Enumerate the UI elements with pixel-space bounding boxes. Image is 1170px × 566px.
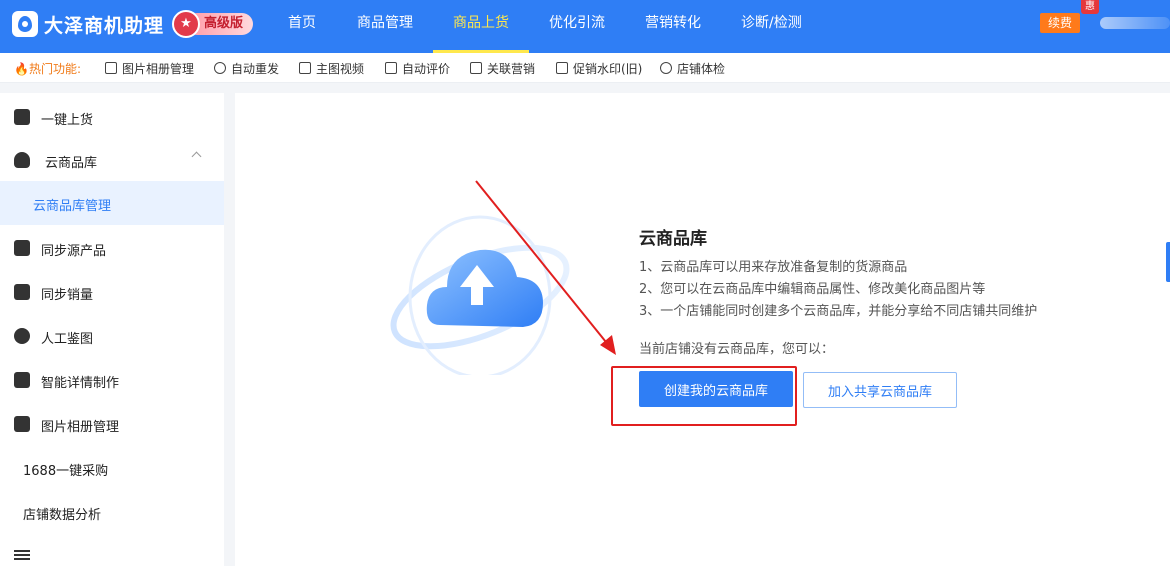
hot-item-auto-repost[interactable]: 自动重发 (214, 60, 279, 77)
empty-state-prompt: 当前店铺没有云商品库，您可以： (639, 342, 835, 357)
top-nav-bar: 大泽商机助理 ★ 高级版 首页 商品管理 商品上货 优化引流 营销转化 诊断/检… (0, 0, 1170, 53)
sidebar-item-one-click-listing[interactable]: 一键上货 (0, 95, 224, 139)
gauge-icon (660, 62, 672, 74)
hot-item-album[interactable]: 图片相册管理 (105, 60, 194, 77)
nav-product-listing[interactable]: 商品上货 (433, 0, 529, 53)
hot-item-auto-review[interactable]: 自动评价 (385, 60, 450, 77)
sidebar-item-shop-data[interactable]: 店铺数据分析 (0, 490, 224, 534)
side-tab-handle[interactable] (1166, 242, 1170, 282)
link-icon (470, 62, 482, 74)
main-content-panel (235, 93, 1170, 566)
renew-button[interactable]: 续费 (1040, 13, 1080, 33)
cloud-upload-icon (14, 152, 30, 168)
app-name[interactable]: 大泽商机助理 (44, 11, 164, 38)
nav-marketing-conversion[interactable]: 营销转化 (645, 0, 701, 53)
list-icon (14, 372, 30, 388)
refresh-icon (214, 62, 226, 74)
description-line-3: 3、一个店铺能同时创建多个云商品库，并能分享给不同店铺共同维护 (639, 304, 1038, 319)
sidebar-item-sync-source[interactable]: 同步源产品 (0, 226, 224, 270)
description-line-2: 2、您可以在云商品库中编辑商品属性、修改美化商品图片等 (639, 282, 986, 297)
hot-item-main-video[interactable]: 主图视频 (299, 60, 364, 77)
hot-functions-label: 🔥热门功能: (14, 62, 81, 76)
comment-icon (385, 62, 397, 74)
sync-icon (14, 284, 30, 300)
red-highlight-annotation (611, 366, 797, 426)
sidebar-item-manual-image-check[interactable]: 人工鉴图 (0, 314, 224, 358)
document-icon (14, 109, 30, 125)
red-arrow-annotation (475, 180, 616, 355)
tag-icon (556, 62, 568, 74)
section-title: 云商品库 (639, 229, 707, 249)
app-logo-icon[interactable] (12, 11, 38, 37)
sidebar: 一键上货 云商品库 云商品库管理 同步源产品 同步销量 人工鉴图 智能详情制作 … (0, 93, 224, 566)
promo-badge[interactable]: 惠 (1081, 0, 1099, 14)
sidebar-item-1688-purchase[interactable]: 1688一键采购 (0, 446, 224, 490)
sync-icon (14, 240, 30, 256)
collapse-sidebar-icon[interactable] (14, 550, 30, 560)
sidebar-item-cloud-library[interactable]: 云商品库 (0, 138, 224, 182)
hot-item-shop-check[interactable]: 店铺体检 (660, 60, 725, 77)
hot-item-related-marketing[interactable]: 关联营销 (470, 60, 535, 77)
image-icon (14, 416, 30, 432)
hot-item-watermark[interactable]: 促销水印(旧) (556, 60, 642, 77)
nav-diagnosis[interactable]: 诊断/检测 (741, 0, 802, 53)
image-icon (105, 62, 117, 74)
hot-functions-bar: 🔥热门功能: 图片相册管理 自动重发 主图视频 自动评价 关联营销 促销水印(旧… (0, 53, 1170, 83)
eye-icon (14, 328, 30, 344)
chevron-up-icon (191, 151, 202, 162)
video-icon (299, 62, 311, 74)
description-line-1: 1、云商品库可以用来存放准备复制的货源商品 (639, 260, 908, 275)
sidebar-item-smart-detail[interactable]: 智能详情制作 (0, 358, 224, 402)
nav-traffic-optimization[interactable]: 优化引流 (549, 0, 605, 53)
join-shared-library-button[interactable]: 加入共享云商品库 (803, 372, 957, 408)
sidebar-item-sync-sales[interactable]: 同步销量 (0, 270, 224, 314)
sidebar-item-cloud-library-management[interactable]: 云商品库管理 (0, 181, 224, 225)
nav-home[interactable]: 首页 (288, 0, 316, 53)
user-account[interactable] (1100, 17, 1170, 29)
sidebar-item-album-management[interactable]: 图片相册管理 (0, 402, 224, 446)
nav-product-management[interactable]: 商品管理 (357, 0, 413, 53)
star-icon: ★ (172, 10, 200, 38)
